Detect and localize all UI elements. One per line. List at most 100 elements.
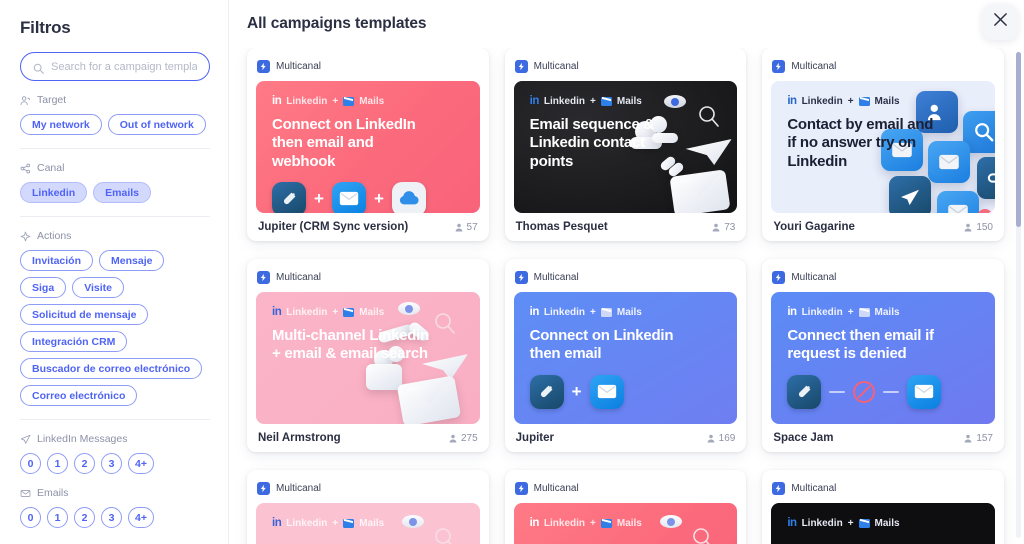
card-tag: Multicanal: [256, 57, 480, 76]
plus-separator: +: [590, 95, 596, 107]
card-tag: Multicanal: [256, 479, 480, 498]
linkedin-logo-icon: in: [787, 95, 797, 107]
filter-chip-my-network[interactable]: My network: [20, 114, 102, 135]
multichannel-badge-icon: [772, 60, 786, 73]
filter-chip-1[interactable]: 1: [47, 453, 68, 474]
mails-icon: [600, 307, 612, 317]
filter-chip-out-of-network[interactable]: Out of network: [107, 114, 206, 135]
usage-count: 73: [712, 222, 735, 233]
filter-chip-0[interactable]: 0: [20, 507, 41, 528]
multichannel-badge-icon: [257, 482, 270, 495]
decor-app-tile: [937, 191, 980, 213]
filter-chip-0[interactable]: 0: [20, 453, 41, 474]
card-headline: Multi-channel Linkedin + email & email s…: [272, 327, 430, 363]
filter-chip-correo-electrónico[interactable]: Correo electrónico: [20, 385, 138, 406]
card-title: Neil Armstrong: [258, 432, 341, 444]
filter-chip-3[interactable]: 3: [101, 507, 122, 528]
channel-text: Mails: [359, 517, 385, 529]
mails-icon: [600, 96, 612, 106]
plus-separator: +: [590, 517, 596, 529]
card-footer: Neil Armstrong 275: [256, 424, 480, 452]
template-card[interactable]: Multicanal in Linkedin + Mails: [504, 470, 747, 544]
filter-group-actions: Actions Invitación Mensaje Siga Visite Solici…: [20, 217, 210, 420]
filter-chip-invitación[interactable]: Invitación: [20, 250, 94, 271]
filter-group-emails: Emails 0 1 2 3 4+: [20, 474, 210, 528]
usage-count-value: 57: [466, 221, 478, 233]
card-thumbnail: in Linkedin + Mails Connect on Linkedin th…: [513, 292, 738, 424]
decor-app-tile: [963, 111, 995, 153]
card-tag-label: Multicanal: [276, 272, 322, 283]
scrollbar-thumb[interactable]: [1016, 52, 1021, 227]
template-card[interactable]: Multicanal in Linkedin + Mails Contact by …: [762, 48, 1004, 241]
filter-chip-list: Invitación Mensaje Siga Visite Solicitud de …: [20, 250, 210, 406]
usage-count-value: 169: [718, 432, 736, 444]
panel-header: All campaigns templates: [229, 0, 1024, 48]
card-headline: Contact by email and if no answer try on…: [787, 116, 934, 170]
template-card[interactable]: Multicanal in Linkedin + Mails Email seque…: [504, 48, 747, 241]
plus-sign: +: [571, 382, 582, 402]
template-card[interactable]: Multicanal in Linkedin + Mails Connect the…: [762, 259, 1004, 452]
channel-line: in Linkedin + Mails: [787, 95, 979, 107]
template-card[interactable]: Multicanal in Linkedin + Mails: [762, 470, 1004, 544]
usage-count: 157: [964, 433, 993, 444]
template-card[interactable]: Multicanal in Linkedin + Mails: [247, 470, 489, 544]
mails-icon: [343, 518, 355, 528]
person-icon: [964, 434, 972, 442]
usage-count: 57: [455, 222, 478, 233]
webhook-action-icon: [391, 181, 426, 213]
filter-chip-2[interactable]: 2: [74, 453, 95, 474]
filter-chip-integración-crm[interactable]: Integración CRM: [20, 331, 128, 352]
email-action-icon: [907, 374, 942, 409]
linkedin-logo-icon: in: [529, 95, 540, 107]
linkedin-action-icon: [787, 374, 822, 409]
usage-count: 150: [964, 222, 993, 233]
search-input[interactable]: [51, 60, 197, 73]
filter-chip-visite[interactable]: Visite: [72, 277, 125, 298]
card-footer: Thomas Pesquet 73: [514, 213, 738, 241]
filter-group-header: Canal: [20, 162, 210, 174]
linkedin-text: Linkedin: [543, 95, 586, 107]
card-tag: Multicanal: [514, 268, 738, 287]
template-card[interactable]: Multicanal in Linkedin + Mails Connect on …: [504, 259, 747, 452]
campaign-templates-modal: Filtros Target My networkOut of network Ca…: [0, 0, 1024, 544]
mails-icon: [343, 307, 355, 317]
filter-chip-buscador-de-correo-electrónico[interactable]: Buscador de correo electrónico: [20, 358, 203, 379]
close-button[interactable]: [982, 4, 1018, 40]
channel-line: in Linkedin + Mails: [272, 517, 464, 529]
multichannel-badge-icon: [257, 60, 270, 73]
channel-text: Mails: [359, 95, 385, 107]
card-tag-label: Multicanal: [533, 483, 579, 494]
filter-group-label: Canal: [37, 162, 65, 174]
usage-count: 275: [449, 433, 478, 444]
card-title: Thomas Pesquet: [515, 221, 608, 233]
linkedin-text: Linkedin: [801, 306, 843, 318]
filter-group-header: LinkedIn Messages: [20, 433, 210, 445]
search-icon: [33, 61, 44, 74]
filter-chip-solicitud-de-mensaje[interactable]: Solicitud de mensaje: [20, 304, 149, 325]
filter-group-linkedin-messages: LinkedIn Messages 0 1 2 3 4+: [20, 420, 210, 474]
search-template-box[interactable]: [20, 52, 210, 81]
channel-text: Mails: [874, 95, 900, 107]
filter-chip-1[interactable]: 1: [47, 507, 68, 528]
filter-chip-2[interactable]: 2: [74, 507, 95, 528]
card-title: Space Jam: [773, 432, 834, 444]
filter-group-header: Emails: [20, 487, 210, 499]
plus-separator: +: [847, 306, 854, 318]
templates-scroll-area[interactable]: Multicanal in Linkedin + Mails Connect on …: [229, 48, 1024, 544]
card-tag-label: Multicanal: [533, 272, 579, 283]
filter-chip-3[interactable]: 3: [101, 453, 122, 474]
share-channel-icon: [20, 163, 31, 174]
filter-chip-4plus[interactable]: 4+: [128, 453, 154, 474]
filter-group-target: Target My network Out of network: [20, 81, 210, 149]
filter-chip-emails[interactable]: Emails: [93, 182, 152, 203]
template-card[interactable]: Multicanal in Linkedin + Mails Multi-chann…: [247, 259, 489, 452]
filter-chip-siga[interactable]: Siga: [20, 277, 67, 298]
linkedin-logo-icon: in: [272, 95, 282, 107]
channel-line: in Linkedin + Mails: [530, 95, 722, 107]
multichannel-badge-icon: [514, 482, 528, 495]
filter-chip-mensaje[interactable]: Mensaje: [99, 250, 165, 271]
card-tag: Multicanal: [514, 479, 738, 498]
filter-chip-4plus[interactable]: 4+: [128, 507, 154, 528]
template-card[interactable]: Multicanal in Linkedin + Mails Connect on …: [247, 48, 489, 241]
filter-chip-linkedin[interactable]: Linkedin: [20, 182, 88, 203]
